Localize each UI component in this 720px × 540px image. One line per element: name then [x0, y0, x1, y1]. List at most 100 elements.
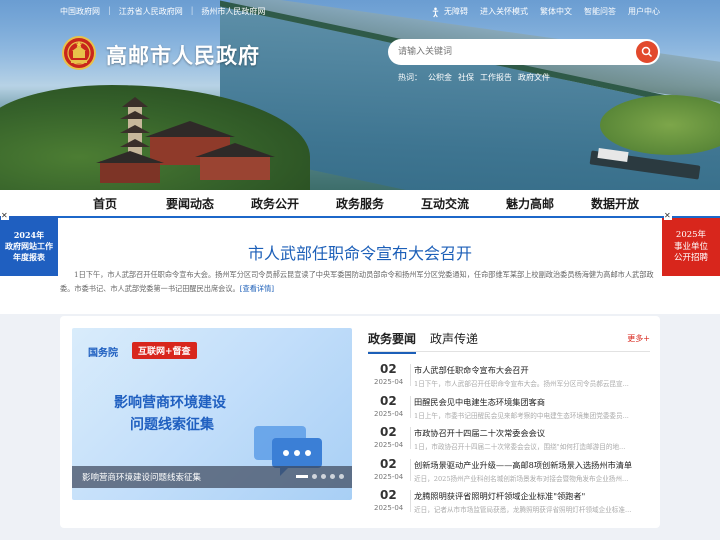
news-year-month: 2025-04	[374, 472, 404, 481]
news-year-month: 2025-04	[374, 409, 404, 418]
promo-caption: 影响营商环境建设问题线索征集	[82, 473, 202, 483]
accessibility-icon	[432, 7, 439, 17]
news-title[interactable]: 田醒民会见中电建生态环境集团客商	[414, 396, 650, 408]
news-title[interactable]: 龙腾照明获评省照明灯杆领域企业标准"领跑者"	[414, 490, 650, 502]
news-year-month: 2025-04	[374, 504, 404, 512]
float-left-line: 政府网站工作	[5, 241, 53, 251]
headline-section: 市人武部任职命令宣布大会召开 1日下午，市人武部召开任职命令宣布大会。扬州军分区…	[0, 218, 720, 314]
top-bar: 中国政府网 | 江苏省人民政府网 | 扬州市人民政府网 无障碍 进入关怀模式 繁…	[0, 0, 720, 24]
accessibility-link[interactable]: 无障碍	[430, 6, 468, 18]
news-list: 02 2025-04 市人武部任职命令宣布大会召开 1日下午，市人武部召开任职命…	[368, 360, 650, 518]
search-input[interactable]	[398, 44, 618, 60]
link-yangzhou-gov[interactable]: 扬州市人民政府网	[201, 6, 265, 17]
hotword-link[interactable]: 公积金	[428, 72, 452, 83]
top-links: 中国政府网 | 江苏省人民政府网 | 扬州市人民政府网	[60, 6, 265, 17]
divider	[410, 364, 411, 386]
divider	[410, 427, 411, 449]
list-item[interactable]: 02 2025-04 市政协召开十四届二十次常委会会议 1日，市政协召开十四届二…	[368, 423, 650, 455]
headline-title[interactable]: 市人武部任职命令宣布大会召开	[0, 240, 720, 264]
news-title[interactable]: 市政协召开十四届二十次常委会会议	[414, 427, 650, 439]
elder-mode-link[interactable]: 进入关怀模式	[480, 6, 528, 17]
nav-item-interaction[interactable]: 互动交流	[403, 190, 488, 218]
promo-caption-bar: 影响营商环境建设问题线索征集	[72, 466, 352, 488]
headline-summary: 1日下午，市人武部召开任职命令宣布大会。扬州军分区司令员郝云昆宣读了中央军委国防…	[60, 268, 660, 296]
view-details-link[interactable]: [查看详情]	[240, 284, 274, 293]
list-item[interactable]: 02 2025-04 田醒民会见中电建生态环境集团客商 1日上午，市委书记田醒民…	[368, 392, 650, 424]
carousel-dot[interactable]	[321, 474, 326, 479]
news-snippet: 1日，市政协召开十四届二十次常委会会议，围绕"如何打造邮游目的地...	[414, 443, 626, 451]
news-day: 02	[380, 456, 397, 471]
nav-list: 首页 要闻动态 政务公开 政务服务 互动交流 魅力高邮 数据开放	[63, 190, 658, 218]
link-gov-cn[interactable]: 中国政府网	[60, 6, 100, 17]
banner-temple-image	[96, 97, 275, 183]
carousel-dot-active[interactable]	[296, 475, 308, 478]
float-right-line: 2025年	[675, 230, 707, 240]
news-snippet: 近日，2025扬州产业科创名城创新场景发布对接会暨物角发布企业扬州...	[414, 474, 629, 483]
nav-item-gov-disclosure[interactable]: 政务公开	[233, 190, 318, 218]
float-left-line: 年度报表	[13, 252, 45, 262]
nav-item-home[interactable]: 首页	[63, 190, 148, 218]
main-nav: 首页 要闻动态 政务公开 政务服务 互动交流 魅力高邮 数据开放	[0, 190, 720, 218]
annual-report-float[interactable]: 2024年 政府网站工作 年度报表	[0, 216, 58, 276]
nav-item-news[interactable]: 要闻动态	[148, 190, 233, 218]
news-year-month: 2025-04	[374, 441, 404, 449]
tab-gov-news[interactable]: 政务要闻	[368, 330, 417, 354]
national-emblem-logo[interactable]	[62, 36, 96, 70]
traditional-chinese-link[interactable]: 繁体中文	[540, 6, 572, 17]
news-day: 02	[380, 362, 397, 376]
news-card: 国务院 互联网+督查 影响营商环境建设 问题线索征集 影响营商环境建设问题线索征…	[60, 316, 660, 528]
news-title[interactable]: 市人武部任职命令宣布大会召开	[414, 364, 650, 376]
float-right-line: 事业单位	[673, 241, 708, 252]
separator: |	[108, 6, 111, 15]
nav-item-open-data[interactable]: 数据开放	[573, 190, 658, 218]
news-snippet: 近日，记者从市市场监管局获悉，龙腾照明获评省照明灯杆领域企业标准...	[414, 506, 632, 514]
top-tools: 无障碍 进入关怀模式 繁体中文 智能问答 用户中心	[430, 6, 660, 18]
separator: |	[190, 6, 194, 15]
header-banner	[0, 0, 720, 190]
carousel-dots	[296, 474, 344, 479]
list-item[interactable]: 02 2025-04 龙腾照明获评省照明灯杆领域企业标准"领跑者" 近日，记者从…	[368, 486, 650, 518]
hotwords: 热词： 公积金 社保 工作报告 政府文件	[398, 72, 550, 83]
close-icon[interactable]: ✕	[1, 212, 9, 220]
hotword-link[interactable]: 政府文件	[518, 72, 550, 83]
accessibility-label: 无障碍	[444, 7, 468, 16]
promo-gov-tag: 国务院	[88, 348, 118, 359]
news-snippet: 1日下午，市人武部召开任职命令宣布大会。扬州军分区司令员郝云昆宣...	[414, 380, 629, 388]
divider	[410, 395, 411, 418]
float-right-line: 公开招聘	[673, 253, 708, 263]
news-title[interactable]: 创新场景驱动产业升级——高邮8项创新场景入选扬州市清单	[414, 459, 650, 471]
hotword-link[interactable]: 工作报告	[480, 72, 512, 83]
more-link[interactable]: 更多+	[627, 333, 650, 344]
search-icon	[641, 46, 653, 58]
news-day: 02	[380, 425, 397, 439]
carousel-dot[interactable]	[312, 474, 317, 479]
news-day: 02	[380, 488, 397, 502]
promo-title-line1: 影响营商环境建设	[114, 395, 226, 411]
carousel-dot[interactable]	[330, 474, 335, 479]
tab-voice[interactable]: 政声传递	[430, 330, 478, 347]
news-tabs: 政务要闻 政声传递 更多+	[368, 328, 650, 354]
user-center-link[interactable]: 用户中心	[628, 6, 660, 17]
site-title[interactable]: 高邮市人民政府	[106, 40, 260, 70]
promo-red-tag: 互联网+督查	[132, 342, 197, 359]
promo-carousel[interactable]: 国务院 互联网+督查 影响营商环境建设 问题线索征集 影响营商环境建设问题线索征…	[72, 328, 352, 500]
list-item[interactable]: 02 2025-04 市人武部任职命令宣布大会召开 1日下午，市人武部召开任职命…	[368, 360, 650, 392]
news-snippet: 1日上午，市委书记田醒民会见来邮考察的中电建生态环境集团党委委员...	[414, 411, 629, 420]
search-button[interactable]	[636, 41, 658, 63]
recruitment-float[interactable]: 2025年 事业单位 公开招聘	[662, 218, 720, 276]
carousel-dot[interactable]	[339, 474, 344, 479]
link-jiangsu-gov[interactable]: 江苏省人民政府网	[119, 6, 183, 17]
float-left-line: 2024年	[13, 230, 45, 240]
promo-title-line2: 问题线索征集	[130, 417, 214, 433]
nav-item-charm-gaoyou[interactable]: 魅力高邮	[488, 190, 573, 218]
smart-qa-link[interactable]: 智能问答	[584, 6, 616, 17]
hotword-link[interactable]: 社保	[458, 72, 474, 83]
headline-summary-text: 1日下午，市人武部召开任职命令宣布大会。扬州军分区司令员郝云昆宣读了中央军委国防…	[60, 270, 654, 293]
divider	[410, 458, 411, 481]
nav-item-gov-services[interactable]: 政务服务	[318, 190, 403, 218]
news-year-month: 2025-04	[374, 378, 404, 386]
search-box	[388, 39, 660, 65]
list-item[interactable]: 02 2025-04 创新场景驱动产业升级——高邮8项创新场景入选扬州市清单 近…	[368, 455, 650, 487]
news-day: 02	[380, 393, 397, 408]
close-icon[interactable]: ✕	[664, 212, 672, 220]
